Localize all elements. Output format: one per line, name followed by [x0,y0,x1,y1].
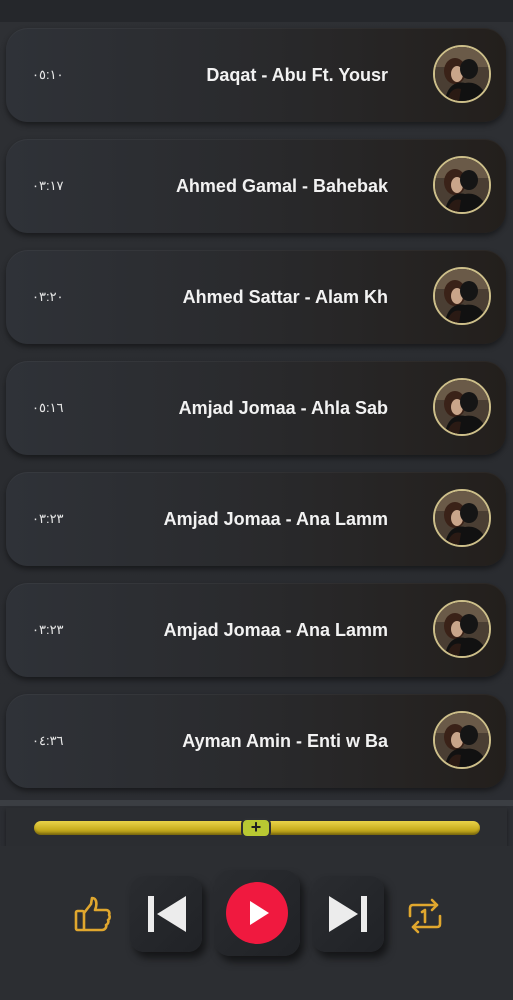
previous-button[interactable] [130,876,202,952]
track-duration: ٠٣:٢٠ [32,289,64,304]
track-duration: ٠٤:٣٦ [32,733,64,748]
track-title: Daqat - Abu Ft. Yousr [206,65,388,85]
list-item[interactable]: ٠٣:٢٣ Amjad Jomaa - Ana Lamm [6,472,506,566]
seek-bar-container: + [6,808,507,846]
list-item[interactable]: ٠٥:١٦ Amjad Jomaa - Ahla Sab [6,361,506,455]
track-title: Ayman Amin - Enti w Ba [182,731,388,751]
list-item[interactable]: ٠٣:٢٣ Amjad Jomaa - Ana Lamm [6,583,506,677]
album-art-icon [433,489,491,547]
thumbs-up-icon [74,896,111,932]
album-art-icon [433,711,491,769]
like-button[interactable] [72,894,114,936]
track-title: Ahmed Sattar - Alam Kh [182,287,388,307]
list-item[interactable]: ٠٤:٣٦ Ayman Amin - Enti w Ba [6,694,506,788]
list-item[interactable]: ٠٥:١٠ Daqat - Abu Ft. Yousr [6,28,506,122]
track-duration: ٠٣:٢٣ [32,511,64,526]
track-title: Amjad Jomaa - Ana Lamm [163,620,388,640]
repeat-button[interactable] [404,896,446,936]
next-button[interactable] [312,876,384,952]
play-button[interactable] [226,882,288,944]
album-art-icon [433,378,491,436]
album-art-icon [433,156,491,214]
status-bar [0,0,513,22]
seek-thumb[interactable]: + [241,818,271,838]
album-art-icon [433,600,491,658]
music-player-screen: ٠٥:١٠ Daqat - Abu Ft. Yousr ٠٣:١٧ Ahmed … [0,0,513,1000]
skip-previous-icon [148,896,186,932]
track-title: Amjad Jomaa - Ana Lamm [163,509,388,529]
skip-next-icon [329,896,367,932]
track-duration: ٠٣:١٧ [32,178,64,193]
album-art-icon [433,267,491,325]
player-controls [0,846,513,1000]
track-duration: ٠٣:٢٣ [32,622,64,637]
track-title: Ahmed Gamal - Bahebak [175,176,388,196]
list-item[interactable]: ٠٣:٢٠ Ahmed Sattar - Alam Kh [6,250,506,344]
track-duration: ٠٥:١٠ [32,67,64,82]
repeat-one-icon [408,898,442,934]
divider [0,800,513,806]
track-duration: ٠٥:١٦ [32,400,64,415]
play-icon [250,901,269,925]
album-art-icon [433,45,491,103]
list-item[interactable]: ٠٣:١٧ Ahmed Gamal - Bahebak [6,139,506,233]
track-title: Amjad Jomaa - Ahla Sab [178,398,388,418]
